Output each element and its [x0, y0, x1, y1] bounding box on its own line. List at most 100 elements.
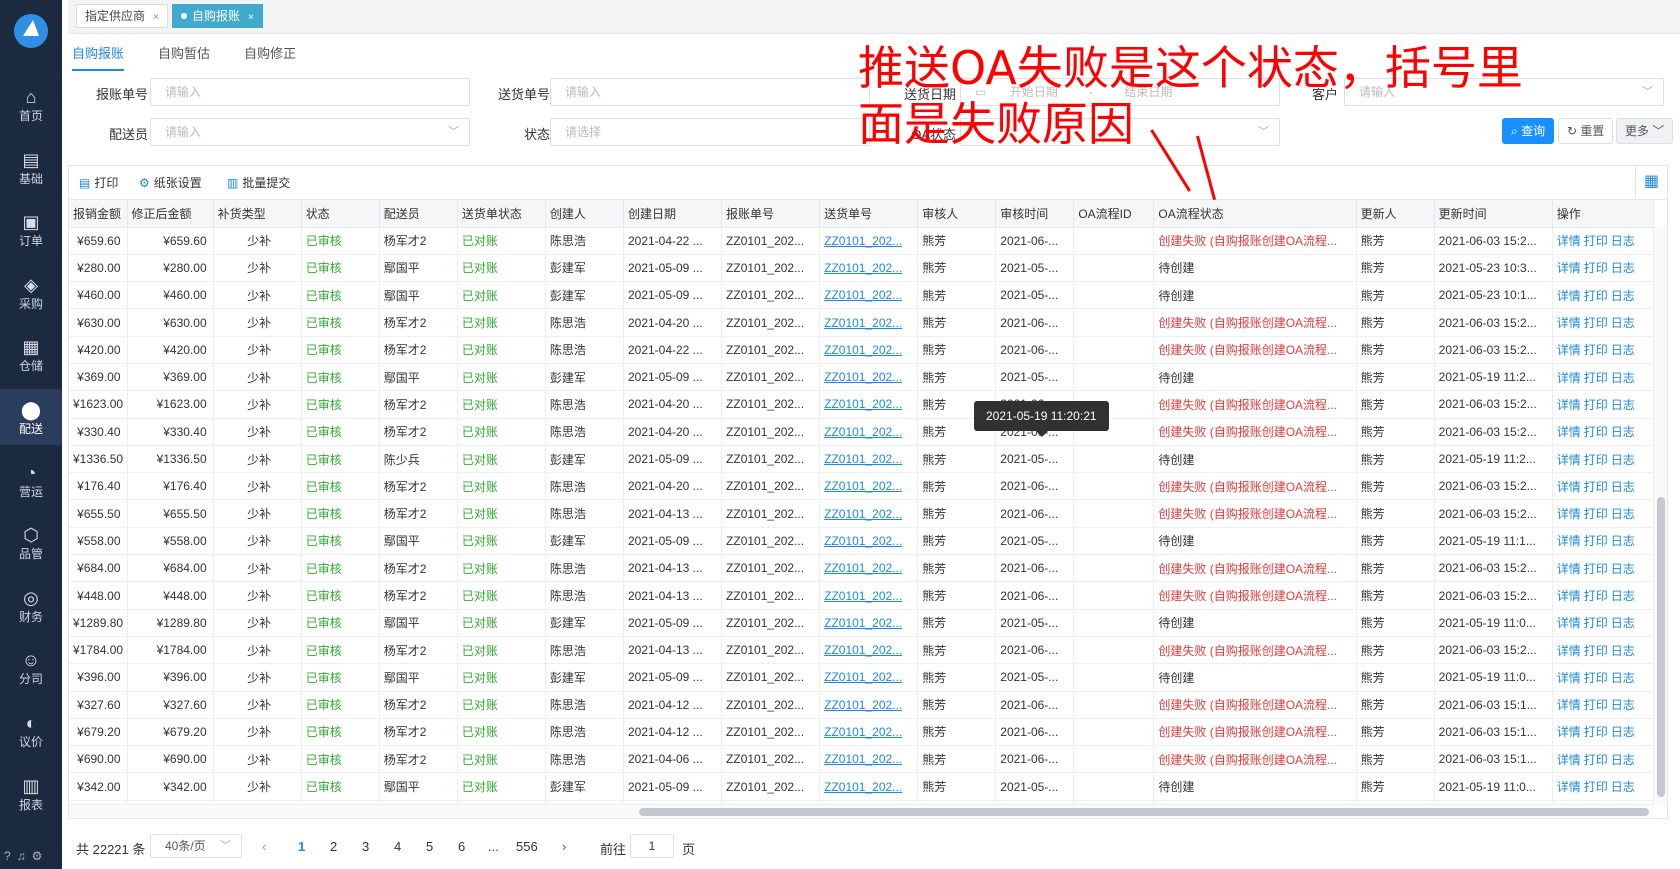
- sidebar-item-7[interactable]: ⬡ 品管: [0, 514, 62, 570]
- vertical-scroll-thumb[interactable]: [1657, 497, 1665, 797]
- print-link[interactable]: 打印: [1584, 480, 1608, 494]
- log-link[interactable]: 日志: [1611, 507, 1635, 521]
- print-link[interactable]: 打印: [1584, 725, 1608, 739]
- delivery-no-link[interactable]: ZZ0101_202...: [819, 227, 919, 255]
- table-row[interactable]: ¥420.00 ¥420.00 少补 已审核 杨军才2 已对账 陈思浩 2021-04-22 …: [69, 336, 1655, 364]
- column-header[interactable]: 修正后金额: [127, 200, 214, 228]
- column-header[interactable]: 创建日期: [623, 200, 723, 228]
- table-row[interactable]: ¥558.00 ¥558.00 少补 已审核 鄢国平 已对账 彭建军 2021-05-09 .…: [69, 527, 1655, 556]
- print-link[interactable]: 打印: [1584, 453, 1608, 467]
- delivery-no-link[interactable]: ZZ0101_202...: [819, 745, 919, 774]
- sidebar-item-8[interactable]: ◎ 财务: [0, 577, 62, 633]
- log-link[interactable]: 日志: [1611, 289, 1635, 303]
- delivery-no-link[interactable]: ZZ0101_202...: [819, 718, 919, 747]
- delivery-no-link[interactable]: ZZ0101_202...: [819, 663, 919, 692]
- subtab-self-purchase-estimate[interactable]: 自购暂估: [158, 43, 210, 69]
- table-row[interactable]: ¥369.00 ¥369.00 少补 已审核 鄢国平 已对账 彭建军 2021-05-09 .…: [69, 363, 1655, 392]
- delivery-no-link[interactable]: ZZ0101_202...: [819, 636, 919, 665]
- paper-settings-button[interactable]: ⚙ 纸张设置: [139, 174, 202, 191]
- detail-link[interactable]: 详情: [1557, 371, 1581, 385]
- print-link[interactable]: 打印: [1584, 316, 1608, 330]
- log-link[interactable]: 日志: [1611, 234, 1635, 248]
- column-header[interactable]: 创建人: [545, 200, 624, 228]
- log-link[interactable]: 日志: [1611, 589, 1635, 603]
- table-row[interactable]: ¥1784.00 ¥1784.00 少补 已审核 杨军才2 已对账 陈思浩 2021-04-1…: [69, 636, 1655, 665]
- sidebar-item-5[interactable]: ⬤ 配送: [0, 389, 62, 445]
- log-link[interactable]: 日志: [1611, 261, 1635, 275]
- delivery-no-link[interactable]: ZZ0101_202...: [819, 390, 919, 419]
- detail-link[interactable]: 详情: [1557, 698, 1581, 712]
- delivery-no-link[interactable]: ZZ0101_202...: [819, 499, 919, 528]
- goto-page-input[interactable]: 1: [630, 834, 674, 858]
- tab-designated-supplier[interactable]: 指定供应商 ×: [76, 4, 168, 28]
- sidebar-bottom-icons[interactable]: ?♫⚙: [4, 849, 48, 863]
- tab-self-purchase[interactable]: 自购报账 ×: [172, 4, 263, 28]
- print-link[interactable]: 打印: [1584, 562, 1608, 576]
- table-row[interactable]: ¥330.40 ¥330.40 少补 已审核 杨军才2 已对账 陈思浩 2021-04-20 …: [69, 418, 1655, 446]
- column-header[interactable]: OA流程ID: [1073, 200, 1155, 228]
- sidebar-item-2[interactable]: ▣ 订单: [0, 201, 62, 257]
- table-row[interactable]: ¥655.50 ¥655.50 少补 已审核 杨军才2 已对账 陈思浩 2021-04-13 …: [69, 499, 1655, 528]
- column-header[interactable]: 补货类型: [213, 200, 302, 228]
- table-row[interactable]: ¥679.20 ¥679.20 少补 已审核 杨军才2 已对账 陈思浩 2021-04-12 …: [69, 718, 1655, 747]
- detail-link[interactable]: 详情: [1557, 261, 1581, 275]
- next-page-button[interactable]: ›: [562, 839, 566, 854]
- detail-link[interactable]: 详情: [1557, 453, 1581, 467]
- delivery-no-link[interactable]: ZZ0101_202...: [819, 418, 919, 446]
- detail-link[interactable]: 详情: [1557, 343, 1581, 357]
- detail-link[interactable]: 详情: [1557, 589, 1581, 603]
- table-row[interactable]: ¥448.00 ¥448.00 少补 已审核 杨军才2 已对账 陈思浩 2021-04-13 …: [69, 581, 1655, 610]
- log-link[interactable]: 日志: [1611, 725, 1635, 739]
- reset-button[interactable]: ↻ 重置: [1558, 118, 1614, 144]
- detail-link[interactable]: 详情: [1557, 725, 1581, 739]
- page-number[interactable]: ...: [488, 839, 499, 854]
- log-link[interactable]: 日志: [1611, 562, 1635, 576]
- column-header[interactable]: 状态: [301, 200, 380, 228]
- subtab-self-purchase-correction[interactable]: 自购修正: [244, 43, 296, 69]
- delivery-no-link[interactable]: ZZ0101_202...: [819, 472, 919, 501]
- status-select[interactable]: 请选择: [550, 118, 870, 146]
- page-number[interactable]: 556: [516, 839, 538, 854]
- print-link[interactable]: 打印: [1584, 753, 1608, 767]
- table-row[interactable]: ¥176.40 ¥176.40 少补 已审核 杨军才2 已对账 陈思浩 2021-04-20 …: [69, 472, 1655, 501]
- page-number[interactable]: 6: [458, 839, 465, 854]
- detail-link[interactable]: 详情: [1557, 398, 1581, 412]
- table-row[interactable]: ¥460.00 ¥460.00 少补 已审核 鄢国平 已对账 彭建军 2021-05-09 .…: [69, 281, 1655, 310]
- log-link[interactable]: 日志: [1611, 453, 1635, 467]
- log-link[interactable]: 日志: [1611, 671, 1635, 685]
- detail-link[interactable]: 详情: [1557, 616, 1581, 630]
- close-icon[interactable]: ×: [153, 12, 159, 23]
- print-link[interactable]: 打印: [1584, 589, 1608, 603]
- sidebar-item-6[interactable]: ◔ 营运: [0, 452, 62, 508]
- column-header[interactable]: 送货单状态: [457, 200, 546, 228]
- detail-link[interactable]: 详情: [1557, 753, 1581, 767]
- table-row[interactable]: ¥327.60 ¥327.60 少补 已审核 杨军才2 已对账 陈思浩 2021-04-12 …: [69, 691, 1655, 719]
- sidebar-item-9[interactable]: ☺ 分司: [0, 639, 62, 695]
- sidebar-item-1[interactable]: ▤ 基础: [0, 139, 62, 195]
- page-number[interactable]: 2: [330, 839, 337, 854]
- delivery-no-link[interactable]: ZZ0101_202...: [819, 445, 919, 474]
- column-header[interactable]: 审核时间: [995, 200, 1075, 228]
- detail-link[interactable]: 详情: [1557, 316, 1581, 330]
- delivery-no-link[interactable]: ZZ0101_202...: [819, 581, 919, 610]
- page-size-select[interactable]: 40条/页 ﹀: [150, 834, 242, 858]
- print-link[interactable]: 打印: [1584, 698, 1608, 712]
- close-icon[interactable]: ×: [248, 12, 254, 23]
- detail-link[interactable]: 详情: [1557, 780, 1581, 794]
- grid-view-icon[interactable]: ▦: [1635, 166, 1667, 198]
- log-link[interactable]: 日志: [1611, 534, 1635, 548]
- deliverer-select[interactable]: 请输入 ﹀: [150, 118, 470, 146]
- sidebar-item-10[interactable]: ◐ 议价: [0, 702, 62, 758]
- delivery-no-link[interactable]: ZZ0101_202...: [819, 281, 919, 310]
- detail-link[interactable]: 详情: [1557, 671, 1581, 685]
- print-link[interactable]: 打印: [1584, 398, 1608, 412]
- column-header[interactable]: 审核人: [917, 200, 997, 228]
- print-button[interactable]: ▤ 打印: [79, 174, 118, 191]
- column-header[interactable]: 报账单号: [721, 200, 821, 228]
- vertical-scrollbar[interactable]: [1653, 227, 1667, 807]
- delivery-no-link[interactable]: ZZ0101_202...: [819, 691, 919, 719]
- print-link[interactable]: 打印: [1584, 644, 1608, 658]
- horizontal-scrollbar[interactable]: [69, 804, 1654, 818]
- table-row[interactable]: ¥684.00 ¥684.00 少补 已审核 杨军才2 已对账 陈思浩 2021-04-13 …: [69, 554, 1655, 583]
- table-row[interactable]: ¥280.00 ¥280.00 少补 已审核 鄢国平 已对账 彭建军 2021-05-09 .…: [69, 254, 1655, 283]
